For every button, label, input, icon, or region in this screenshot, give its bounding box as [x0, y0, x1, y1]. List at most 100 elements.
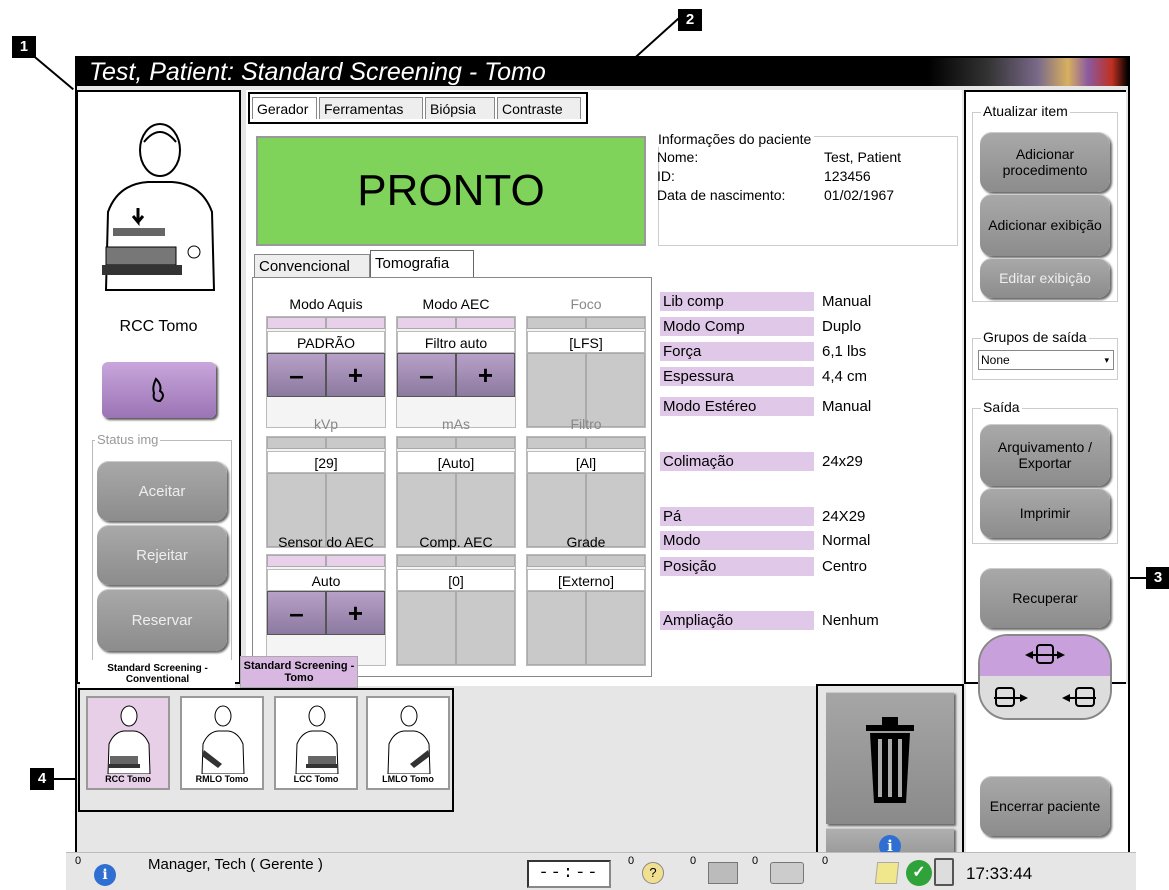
- aec-mode-up-button-2[interactable]: [456, 317, 515, 329]
- info-label-force: Força: [660, 342, 814, 361]
- aec-comp-up-button-2[interactable]: [456, 555, 515, 567]
- tab-contrast[interactable]: Contraste: [497, 97, 581, 119]
- patient-procedure-title: Test, Patient: Standard Screening - Tomo: [89, 58, 546, 86]
- thumbnail-label: RCC Tomo: [105, 774, 151, 784]
- procedure-tab-conventional[interactable]: Standard Screening - Conventional: [80, 660, 235, 688]
- count-4: 0: [822, 855, 829, 867]
- aec-comp-control: [0]: [396, 554, 516, 666]
- right-panel-callout-line: [1128, 90, 1130, 684]
- acq-mode-minus-button[interactable]: –: [267, 353, 326, 397]
- aec-comp-plus-button[interactable]: [456, 591, 515, 665]
- mas-up-button[interactable]: [397, 437, 456, 449]
- info-value-compression-mode: Duplo: [822, 318, 862, 335]
- mas-up-button-2[interactable]: [456, 437, 515, 449]
- paddle-center-button[interactable]: [980, 636, 1110, 676]
- filter-up-button[interactable]: [527, 437, 586, 449]
- callout-4: 4: [30, 768, 54, 790]
- procedure-tab-tomo[interactable]: Standard Screening - Tomo: [240, 656, 358, 688]
- printer-icon[interactable]: [770, 862, 804, 884]
- aec-mode-minus-button[interactable]: –: [397, 353, 456, 397]
- thumbnail-lmlo-tomo[interactable]: LMLO Tomo: [366, 696, 450, 790]
- info-value-mode: Normal: [822, 532, 871, 549]
- patient-name-value: Test, Patient: [824, 149, 902, 165]
- acq-mode-up-button[interactable]: [267, 317, 326, 329]
- mas-value: [Auto]: [397, 451, 515, 473]
- trash-button[interactable]: [826, 692, 954, 824]
- thumbnail-rcc-tomo[interactable]: RCC Tomo: [86, 696, 170, 790]
- accept-button[interactable]: Aceitar: [97, 461, 227, 521]
- info-icon[interactable]: i: [94, 864, 116, 886]
- aec-mode-plus-button[interactable]: +: [456, 353, 515, 397]
- image-status-group: Status img Aceitar Rejeitar Reservar: [92, 432, 232, 674]
- notes-icon[interactable]: [874, 862, 900, 884]
- paddle-right-button[interactable]: [1046, 678, 1110, 718]
- grid-minus-button[interactable]: [527, 591, 586, 665]
- focus-up-button[interactable]: [527, 317, 586, 329]
- info-label-compression-mode: Modo Comp: [660, 317, 814, 336]
- info-value-paddle: 24X29: [822, 508, 866, 525]
- add-view-button[interactable]: Adicionar exibição: [980, 194, 1110, 256]
- acq-mode-value: PADRÃO: [267, 331, 385, 353]
- system-ok-icon[interactable]: ✓: [906, 860, 932, 886]
- tab-tools[interactable]: Ferramentas: [319, 97, 423, 119]
- info-value-collimation: 24x29: [822, 453, 863, 470]
- thumbnail-rmlo-tomo[interactable]: RMLO Tomo: [180, 696, 264, 790]
- tab-conventional[interactable]: Convencional: [254, 254, 370, 278]
- storage-icon[interactable]: [708, 862, 738, 884]
- close-patient-button[interactable]: Encerrar paciente: [980, 776, 1110, 836]
- acq-mode-plus-button[interactable]: +: [326, 353, 385, 397]
- info-label-compression-release: Lib comp: [660, 292, 814, 311]
- help-icon[interactable]: ?: [642, 862, 664, 884]
- tab-generator[interactable]: Gerador: [252, 97, 317, 119]
- kvp-up-button-2[interactable]: [326, 437, 385, 449]
- grid-value: [Externo]: [527, 569, 645, 591]
- aec-comp-minus-button[interactable]: [397, 591, 456, 665]
- grid-up-button-2[interactable]: [586, 555, 645, 567]
- network-icon[interactable]: [934, 858, 954, 886]
- aec-sensor-up-button-2[interactable]: [326, 555, 385, 567]
- reserve-button[interactable]: Reservar: [97, 589, 227, 651]
- info-value-stereo-mode: Manual: [822, 398, 872, 415]
- aec-sensor-plus-button[interactable]: +: [326, 591, 385, 635]
- implant-present-button[interactable]: [102, 362, 216, 418]
- info-label-position: Posição: [660, 557, 814, 576]
- focus-up-button-2[interactable]: [586, 317, 645, 329]
- info-value-compression-release: Manual: [822, 293, 872, 310]
- thumbnail-label: LCC Tomo: [293, 774, 339, 784]
- grid-up-button[interactable]: [527, 555, 586, 567]
- current-user[interactable]: Manager, Tech ( Gerente ): [148, 856, 323, 873]
- reject-button[interactable]: Rejeitar: [97, 525, 227, 585]
- kvp-up-button[interactable]: [267, 437, 326, 449]
- clock: 17:33:44: [966, 864, 1033, 883]
- patient-name-label: Nome:: [657, 149, 699, 165]
- tab-biopsy[interactable]: Biópsia: [425, 97, 495, 119]
- aec-mode-value: Filtro auto: [397, 331, 515, 353]
- count-3: 0: [752, 855, 759, 867]
- filter-value: [Al]: [527, 451, 645, 473]
- add-procedure-button[interactable]: Adicionar procedimento: [980, 132, 1110, 192]
- output-group-value: None: [981, 353, 1010, 367]
- paddle-left-button[interactable]: [980, 678, 1044, 718]
- patient-id-label: ID:: [657, 168, 675, 184]
- edit-view-button[interactable]: Editar exibição: [980, 258, 1110, 298]
- grid-control: [Externo]: [526, 554, 646, 666]
- tab-tomography[interactable]: Tomografia: [370, 250, 474, 278]
- info-value-position: Centro: [822, 558, 868, 575]
- output-group-select[interactable]: None ▾: [978, 350, 1114, 370]
- aec-comp-label: Comp. AEC: [419, 534, 493, 550]
- archive-export-button[interactable]: Arquivamento / Exportar: [980, 424, 1110, 486]
- print-button[interactable]: Imprimir: [980, 488, 1110, 538]
- filter-up-button-2[interactable]: [586, 437, 645, 449]
- focus-label: Foco: [570, 296, 602, 312]
- view-name: RCC Tomo: [119, 318, 198, 335]
- aec-sensor-minus-button[interactable]: –: [267, 591, 326, 635]
- retrieve-button[interactable]: Recuperar: [980, 568, 1110, 628]
- grid-plus-button[interactable]: [586, 591, 645, 665]
- thumbnail-lcc-tomo[interactable]: LCC Tomo: [274, 696, 358, 790]
- acq-mode-up-button-2[interactable]: [326, 317, 385, 329]
- aec-mode-up-button[interactable]: [397, 317, 456, 329]
- aec-comp-up-button[interactable]: [397, 555, 456, 567]
- kvp-label: kVp: [313, 416, 339, 432]
- count-2: 0: [690, 855, 697, 867]
- aec-sensor-up-button[interactable]: [267, 555, 326, 567]
